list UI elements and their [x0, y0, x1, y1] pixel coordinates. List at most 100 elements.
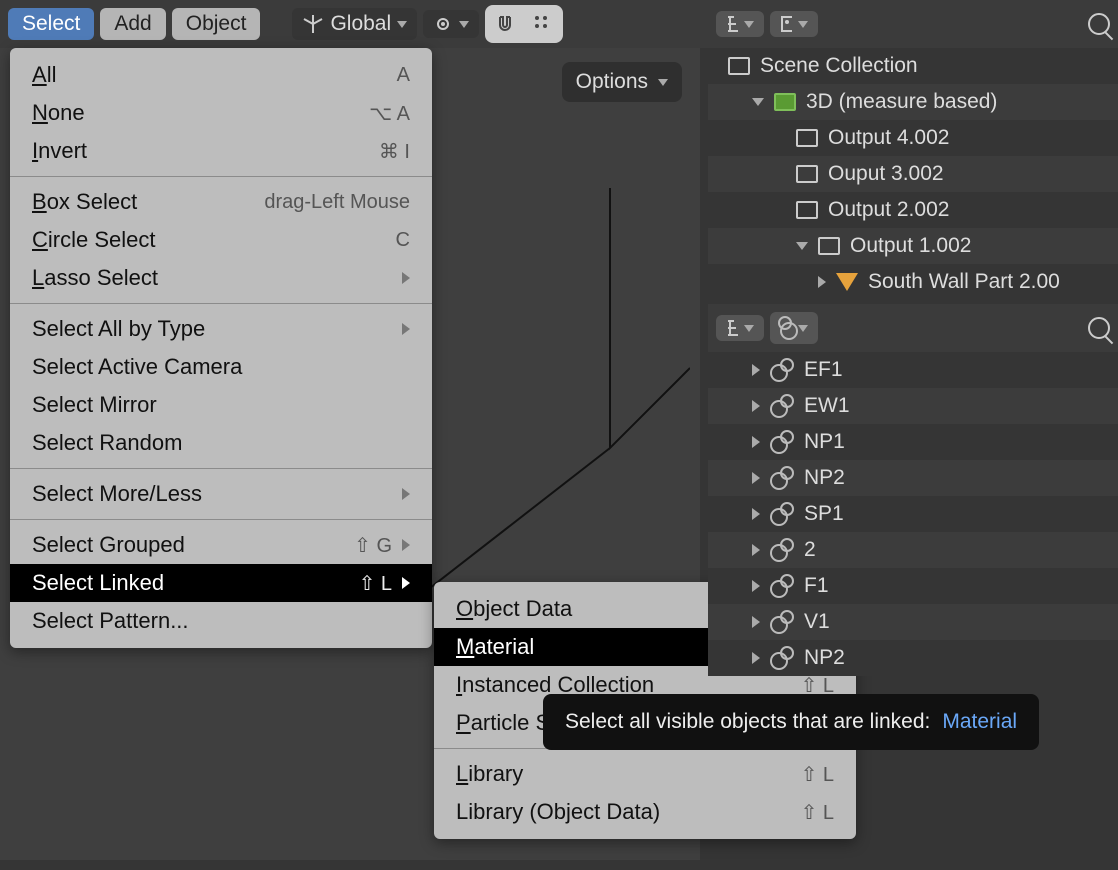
search-button[interactable] [1088, 13, 1110, 35]
editor-type-dropdown[interactable] [716, 315, 764, 341]
menu-select[interactable]: Select [8, 8, 94, 40]
menu-all-by-type[interactable]: Select All by Type [10, 310, 432, 348]
disclosure-icon[interactable] [752, 364, 760, 376]
menu-active-camera[interactable]: Select Active Camera [10, 348, 432, 386]
disclosure-icon[interactable] [752, 508, 760, 520]
submenu-arrow-icon [402, 323, 410, 335]
disclosure-icon[interactable] [752, 616, 760, 628]
outliner-collection-3d[interactable]: 3D (measure based) [708, 84, 1118, 120]
submenu-arrow-icon [402, 272, 410, 284]
collection-icon [796, 165, 818, 183]
material-label: SP1 [804, 502, 844, 526]
material-icon [770, 502, 794, 526]
search-button[interactable] [1088, 317, 1110, 339]
search-icon [1088, 13, 1110, 35]
grid-icon [533, 14, 553, 34]
chevron-down-icon [798, 325, 808, 332]
menu-lasso-select[interactable]: Lasso Select [10, 259, 432, 297]
outliner-scene-collection[interactable]: Scene Collection [708, 48, 1118, 84]
outliner-icon [726, 319, 738, 337]
material-item[interactable]: NP2 [708, 460, 1118, 496]
snap-toggle[interactable] [487, 7, 523, 41]
chevron-down-icon [397, 21, 407, 28]
submenu-arrow-icon [402, 539, 410, 551]
disclosure-icon[interactable] [752, 98, 764, 106]
mesh-icon [836, 273, 858, 291]
submenu-arrow-icon [402, 488, 410, 500]
material-label: F1 [804, 574, 829, 598]
material-item[interactable]: 2 [708, 532, 1118, 568]
material-outliner[interactable]: EF1 EW1 NP1 NP2 SP1 2 F1 V1 NP2 [708, 352, 1118, 676]
menu-circle-select[interactable]: Circle SelectC [10, 221, 432, 259]
tooltip-link: Material [942, 710, 1017, 734]
magnet-icon [494, 13, 516, 35]
tooltip: Select all visible objects that are link… [543, 694, 1039, 750]
chevron-down-icon [744, 325, 754, 332]
menu-linked[interactable]: Select Linked⇧ L [10, 564, 432, 602]
outliner-item[interactable]: Ouput 3.002 [708, 156, 1118, 192]
disclosure-icon[interactable] [752, 544, 760, 556]
menu-box-select[interactable]: Box Selectdrag-Left Mouse [10, 183, 432, 221]
disclosure-icon[interactable] [752, 400, 760, 412]
display-mode-dropdown[interactable] [770, 312, 818, 344]
tooltip-text: Select all visible objects that are link… [565, 710, 930, 734]
menu-add[interactable]: Add [100, 8, 165, 40]
pivot-icon [433, 14, 453, 34]
scene-outliner[interactable]: Scene Collection 3D (measure based) Outp… [708, 48, 1118, 300]
chevron-down-icon [459, 21, 469, 28]
material-item[interactable]: V1 [708, 604, 1118, 640]
disclosure-icon[interactable] [752, 436, 760, 448]
collection-icon [818, 237, 840, 255]
material-item[interactable]: NP2 [708, 640, 1118, 676]
disclosure-icon[interactable] [752, 652, 760, 664]
material-outliner-header [708, 304, 1118, 352]
editor-type-dropdown[interactable] [716, 11, 764, 37]
menu-grouped[interactable]: Select Grouped⇧ G [10, 526, 432, 564]
snap-grid[interactable] [525, 7, 561, 41]
menu-mirror[interactable]: Select Mirror [10, 386, 432, 424]
axis-icon [302, 13, 324, 35]
outliner-item[interactable]: Output 2.002 [708, 192, 1118, 228]
material-item[interactable]: F1 [708, 568, 1118, 604]
material-label: V1 [804, 610, 830, 634]
search-icon [1088, 317, 1110, 339]
pivot-dropdown[interactable] [423, 10, 479, 38]
outliner-icon [726, 15, 738, 33]
outliner-item[interactable]: Output 4.002 [708, 120, 1118, 156]
disclosure-icon[interactable] [752, 472, 760, 484]
disclosure-icon[interactable] [796, 242, 808, 250]
menu-invert[interactable]: Invert⌘ I [10, 132, 432, 170]
orientation-label: Global [330, 12, 391, 36]
disclosure-icon[interactable] [818, 276, 826, 288]
display-mode-dropdown[interactable] [770, 11, 818, 37]
collection-icon [728, 57, 750, 75]
material-item[interactable]: EF1 [708, 352, 1118, 388]
material-item[interactable]: SP1 [708, 496, 1118, 532]
outliner-mesh[interactable]: South Wall Part 2.00 [708, 264, 1118, 300]
outliner-item[interactable]: Output 1.002 [708, 228, 1118, 264]
menu-none[interactable]: None⌥ A [10, 94, 432, 132]
material-label: 2 [804, 538, 816, 562]
material-label: NP2 [804, 466, 845, 490]
select-menu: AllA None⌥ A Invert⌘ I Box Selectdrag-Le… [10, 48, 432, 648]
menu-pattern[interactable]: Select Pattern... [10, 602, 432, 640]
submenu-arrow-icon [402, 577, 410, 589]
options-popover[interactable]: Options [562, 62, 682, 102]
material-label: EW1 [804, 394, 850, 418]
chevron-down-icon [744, 21, 754, 28]
menu-all[interactable]: AllA [10, 56, 432, 94]
material-icon [770, 538, 794, 562]
menu-object[interactable]: Object [172, 8, 261, 40]
collection-icon [774, 93, 796, 111]
chevron-down-icon [798, 21, 808, 28]
material-icon [770, 646, 794, 670]
menu-random[interactable]: Select Random [10, 424, 432, 462]
orientation-dropdown[interactable]: Global [292, 8, 417, 40]
disclosure-icon[interactable] [752, 580, 760, 592]
menu-more-less[interactable]: Select More/Less [10, 475, 432, 513]
material-item[interactable]: NP1 [708, 424, 1118, 460]
wireframe [430, 188, 690, 588]
material-icon [770, 394, 794, 418]
options-label: Options [576, 70, 648, 94]
material-item[interactable]: EW1 [708, 388, 1118, 424]
